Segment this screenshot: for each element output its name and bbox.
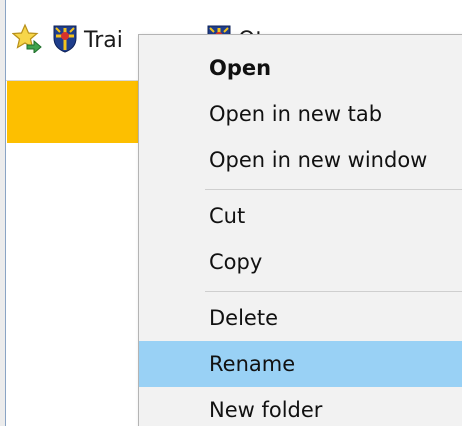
- add-favorite-star-icon: [11, 23, 42, 57]
- menu-separator: [205, 189, 462, 190]
- context-menu: Open Open in new tab Open in new window …: [138, 34, 462, 426]
- menu-separator: [205, 291, 462, 292]
- favorite-item-training[interactable]: Trai: [52, 22, 123, 58]
- menu-item-rename[interactable]: Rename: [139, 341, 462, 387]
- menu-item-cut[interactable]: Cut: [139, 193, 462, 239]
- add-to-favorites-button[interactable]: [11, 22, 42, 58]
- menu-item-new-folder[interactable]: New folder: [139, 387, 462, 426]
- crest-shield-icon: [52, 23, 78, 57]
- menu-item-delete[interactable]: Delete: [139, 295, 462, 341]
- menu-item-copy[interactable]: Copy: [139, 239, 462, 285]
- menu-item-open[interactable]: Open: [139, 45, 462, 91]
- menu-item-open-in-new-window[interactable]: Open in new window: [139, 137, 462, 183]
- favorite-item-label: Trai: [84, 27, 123, 53]
- menu-item-open-in-new-tab[interactable]: Open in new tab: [139, 91, 462, 137]
